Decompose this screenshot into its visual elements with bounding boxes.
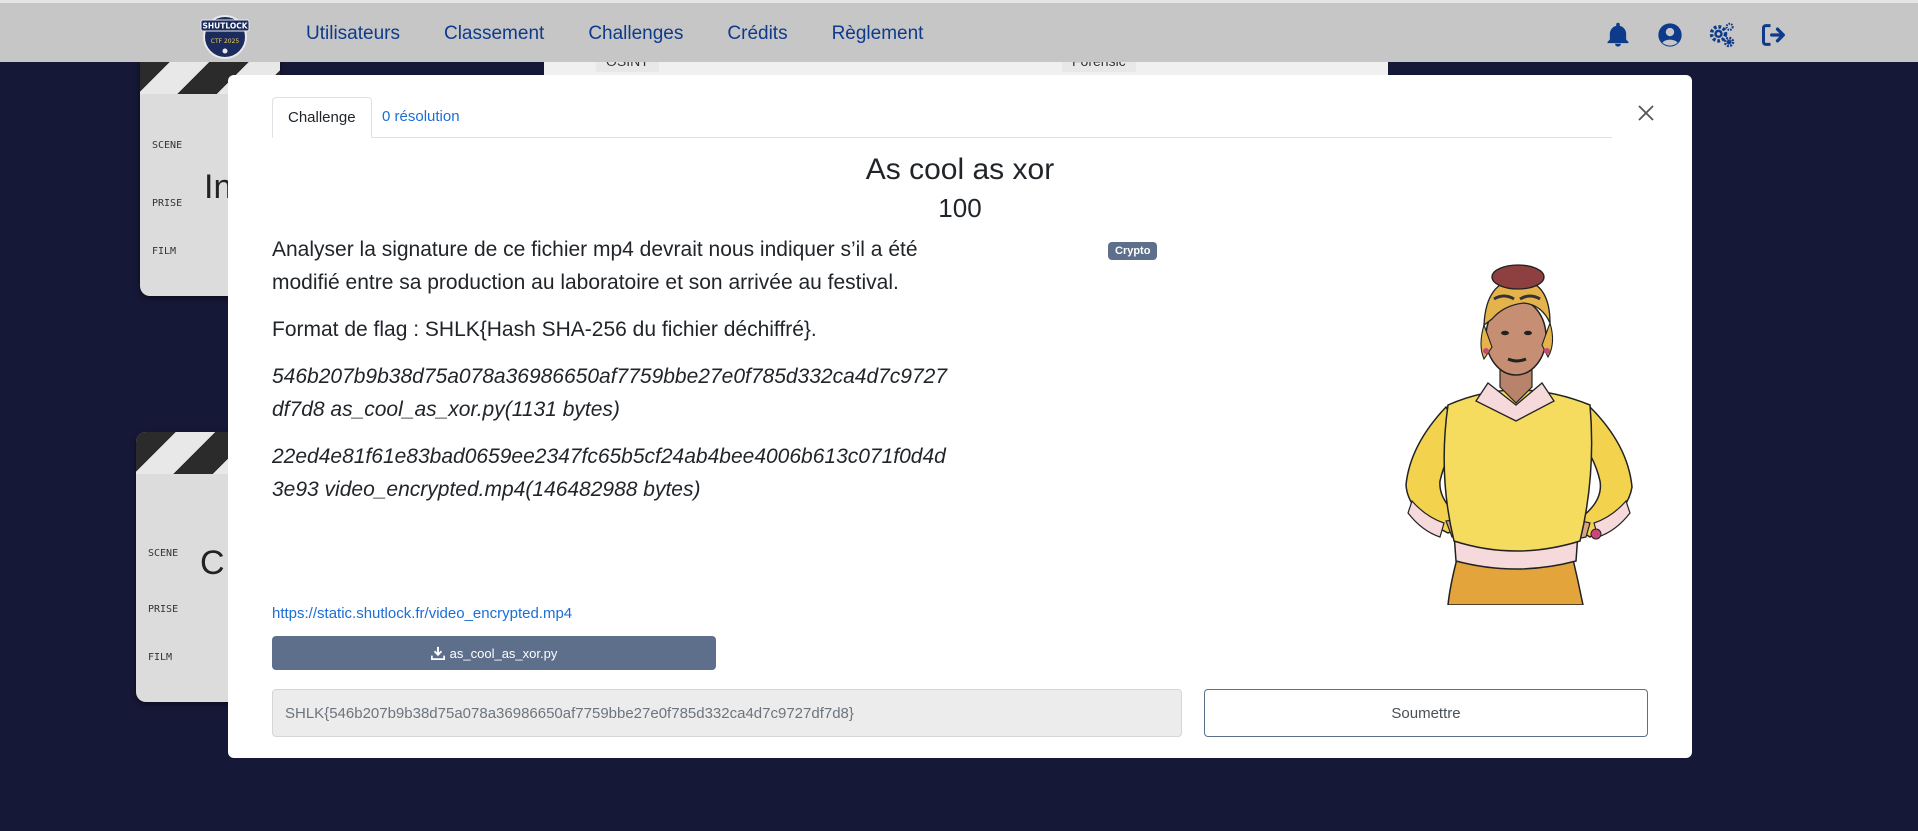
nav-link-reglement[interactable]: Règlement (832, 23, 924, 45)
submit-button[interactable]: Soumettre (1204, 689, 1648, 737)
tab-resolutions[interactable]: 0 résolution (367, 97, 475, 137)
bell-icon[interactable] (1604, 21, 1632, 49)
challenge-illustration (1328, 255, 1658, 606)
logo-subtext: CTF 2025 (211, 38, 240, 45)
nav-link-credits[interactable]: Crédits (727, 23, 787, 45)
description-hash-script: 546b207b9b38d75a078a36986650af7759bbe27e… (272, 365, 948, 421)
nav-link-challenges[interactable]: Challenges (588, 23, 683, 45)
challenge-title: As cool as xor (865, 153, 1055, 186)
download-file-label: as_cool_as_xor.py (449, 645, 558, 661)
challenge-points: 100 (938, 193, 982, 223)
modal-tabs: Challenge 0 résolution (272, 97, 1612, 138)
download-icon (430, 646, 445, 660)
nav-link-utilisateurs[interactable]: Utilisateurs (306, 23, 400, 45)
cogs-icon[interactable] (1708, 21, 1736, 49)
description-flag-format: Format de flag : SHLK{Hash SHA-256 du fi… (272, 318, 817, 341)
challenge-card-title: C (200, 544, 225, 582)
user-circle-icon[interactable] (1656, 21, 1684, 49)
top-navbar: SHUTLOCK CTF 2025 Utilisateurs Classemen… (0, 0, 1918, 62)
tab-challenge[interactable]: Challenge (272, 97, 372, 138)
sign-out-icon[interactable] (1760, 21, 1788, 49)
download-file-button[interactable]: as_cool_as_xor.py (272, 636, 716, 670)
description-intro: Analyser la signature de ce fichier mp4 … (272, 238, 918, 294)
close-icon (1638, 105, 1654, 121)
logo-text: SHUTLOCK (202, 22, 248, 31)
nav-icon-group (1604, 21, 1812, 49)
description-hash-video: 22ed4e81f61e83bad0659ee2347fc65b5cf24ab4… (272, 445, 946, 501)
video-download-link[interactable]: https://static.shutlock.fr/video_encrypt… (272, 605, 572, 622)
shutlock-logo[interactable]: SHUTLOCK CTF 2025 (197, 11, 253, 59)
flag-input[interactable] (272, 689, 1182, 737)
challenge-description: Analyser la signature de ce fichier mp4 … (272, 233, 952, 520)
nav-links: Utilisateurs Classement Challenges Crédi… (306, 3, 967, 65)
close-button[interactable] (1628, 95, 1664, 131)
challenge-modal: Challenge 0 résolution As cool as xor 10… (228, 75, 1692, 758)
nav-link-classement[interactable]: Classement (444, 23, 544, 45)
category-badge: Crypto (1108, 242, 1158, 260)
